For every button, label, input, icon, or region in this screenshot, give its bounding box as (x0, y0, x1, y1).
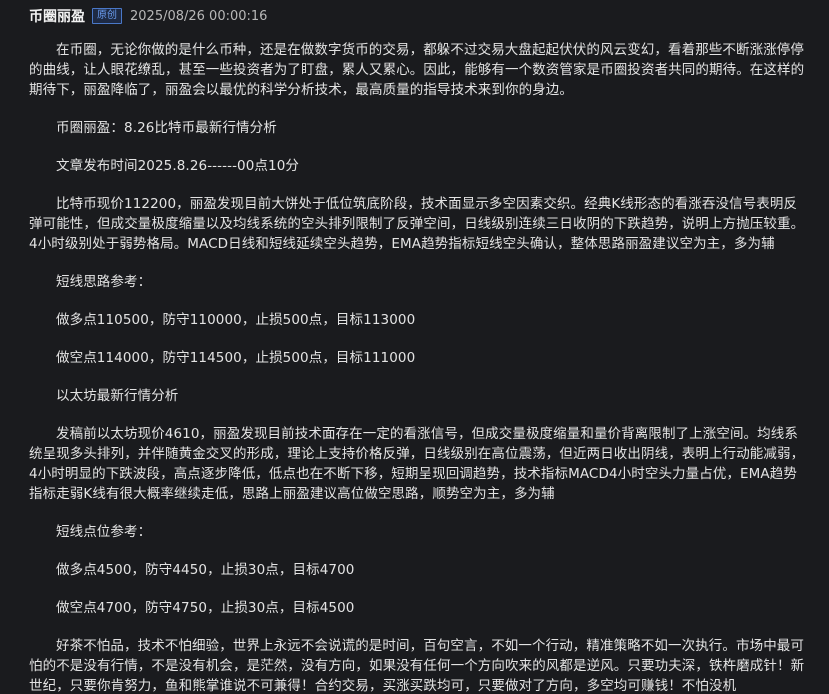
paragraph-eth-title: 以太坊最新行情分析 (56, 388, 179, 404)
paragraph-eth-analysis: 发稿前以太坊现价4610，丽盈发现目前技术面存在一定的看涨信号，但成交量极度缩量… (29, 426, 805, 502)
paragraph-intro: 在币圈，无论你做的是什么币种，还是在做数字货币的交易，都躲不过交易大盘起起伏伏的… (29, 42, 805, 98)
article-body: 在币圈，无论你做的是什么币种，还是在做数字货币的交易，都躲不过交易大盘起起伏伏的… (0, 32, 829, 694)
paragraph-btc-short-label: 短线思路参考： (56, 274, 152, 290)
paragraph-closing: 好茶不怕品，技术不怕细验，世界上永远不会说谎的是时间，百句空言，不如一个行动，精… (29, 638, 805, 694)
paragraph-btc-title: 币圈丽盈：8.26比特币最新行情分析 (56, 120, 277, 136)
paragraph-eth-long-entry: 做多点4500，防守4450，止损30点，目标4700 (56, 562, 355, 578)
publish-datetime: 2025/08/26 00:00:16 (130, 8, 268, 24)
paragraph-eth-short-label: 短线点位参考： (56, 524, 152, 540)
article-header: 币圈丽盈 原创 2025/08/26 00:00:16 (0, 0, 829, 32)
author-name[interactable]: 币圈丽盈 (29, 6, 85, 26)
paragraph-btc-short-entry: 做空点114000，防守114500，止损500点，目标111000 (56, 350, 416, 366)
paragraph-publish-time: 文章发布时间2025.8.26------00点10分 (56, 158, 299, 174)
original-badge: 原创 (92, 8, 122, 24)
paragraph-eth-short-entry: 做空点4700，防守4750，止损30点，目标4500 (56, 600, 355, 616)
paragraph-btc-long-entry: 做多点110500，防守110000，止损500点，目标113000 (56, 312, 416, 328)
paragraph-btc-analysis: 比特币现价112200，丽盈发现目前大饼处于低位筑底阶段，技术面显示多空因素交织… (29, 196, 805, 252)
article-page: 币圈丽盈 原创 2025/08/26 00:00:16 在币圈，无论你做的是什么… (0, 0, 829, 694)
